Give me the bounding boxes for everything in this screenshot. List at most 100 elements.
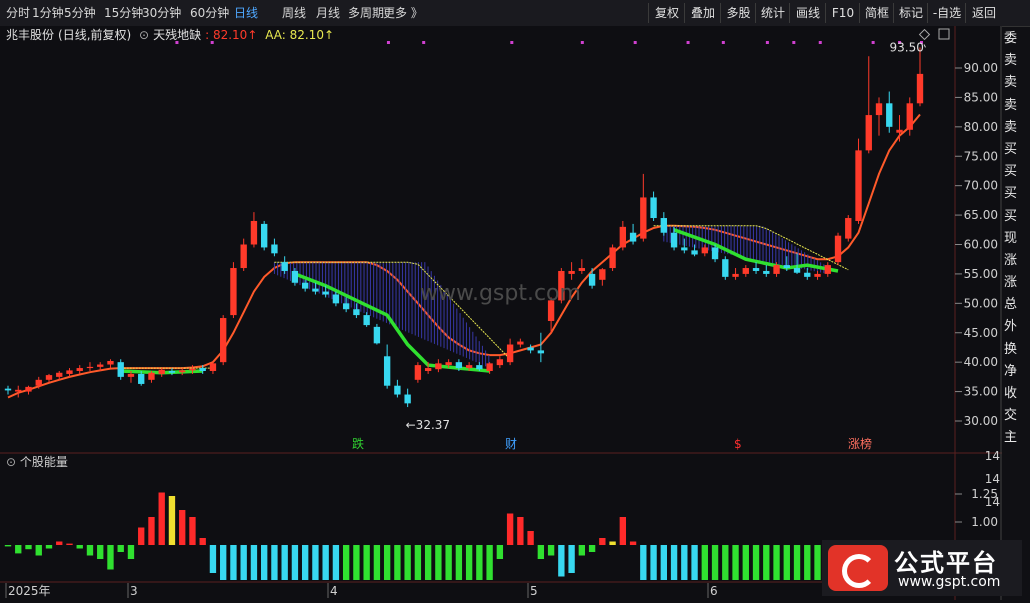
toolbar-button-3[interactable]: 统计 — [755, 3, 790, 23]
candle-body[interactable] — [4, 388, 12, 391]
energy-bar[interactable] — [312, 545, 319, 580]
energy-bar[interactable] — [291, 545, 299, 580]
candle-body[interactable] — [670, 232, 678, 248]
candle-body[interactable] — [465, 365, 473, 369]
energy-bar[interactable] — [650, 545, 657, 580]
energy-bar[interactable] — [424, 545, 432, 580]
chart-area[interactable]: 90.00 85.00 80.00 75.00 70.00 65.00 60.00 55.00… — [0, 26, 1002, 600]
candle-body[interactable] — [291, 270, 299, 283]
candle-body[interactable] — [271, 244, 278, 254]
candle-body[interactable] — [424, 368, 432, 371]
candle-body[interactable] — [640, 197, 647, 239]
candle-body[interactable] — [916, 73, 924, 104]
energy-bar[interactable] — [445, 545, 452, 580]
candle-body[interactable] — [97, 364, 104, 367]
candle-body[interactable] — [834, 235, 842, 263]
period-tab-9[interactable]: 多周期 — [348, 4, 384, 22]
energy-bar[interactable] — [138, 527, 145, 546]
energy-bar[interactable] — [506, 513, 514, 546]
candle-body[interactable] — [865, 115, 872, 151]
energy-bar[interactable] — [240, 545, 247, 580]
stock-name[interactable]: 兆丰股份 — [6, 28, 54, 42]
candle-body[interactable] — [804, 272, 811, 277]
energy-bar[interactable] — [629, 541, 637, 546]
candle-body[interactable] — [86, 366, 94, 369]
energy-bar[interactable] — [783, 545, 790, 580]
candle-body[interactable] — [599, 269, 606, 280]
toolbar-button-0[interactable]: 复权 — [648, 3, 685, 23]
candle-body[interactable] — [609, 247, 616, 269]
indicator-name[interactable]: 天残地缺 — [153, 28, 201, 42]
energy-bar[interactable] — [691, 545, 698, 580]
candle-body[interactable] — [435, 363, 442, 370]
energy-bar[interactable] — [230, 545, 237, 580]
candle-body[interactable] — [752, 268, 760, 271]
energy-bar[interactable] — [773, 545, 780, 580]
energy-bar[interactable] — [86, 545, 94, 556]
candle-body[interactable] — [342, 303, 350, 310]
energy-bar[interactable] — [722, 545, 729, 580]
candle-body[interactable] — [629, 232, 637, 242]
energy-bar[interactable] — [763, 545, 770, 580]
candlestick-chart[interactable]: 90.00 85.00 80.00 75.00 70.00 65.00 60.00 55.00… — [0, 26, 1002, 600]
energy-bar[interactable] — [35, 545, 42, 556]
candle-body[interactable] — [619, 226, 627, 248]
candle-body[interactable] — [845, 218, 852, 239]
energy-bar[interactable] — [353, 545, 360, 580]
candle-body[interactable] — [25, 386, 32, 392]
energy-bar[interactable] — [301, 545, 309, 580]
candle-body[interactable] — [127, 373, 135, 377]
event-marker-label[interactable]: 跌 — [352, 436, 364, 451]
energy-bar[interactable] — [599, 538, 606, 545]
event-marker-label[interactable]: $ — [734, 437, 742, 451]
energy-bar[interactable] — [250, 545, 258, 580]
energy-bar[interactable] — [76, 545, 83, 549]
candle-body[interactable] — [353, 309, 360, 316]
candle-body[interactable] — [220, 318, 227, 363]
energy-bar[interactable] — [660, 545, 667, 580]
candle-body[interactable] — [783, 265, 790, 269]
energy-bar[interactable] — [261, 545, 268, 580]
candle-body[interactable] — [148, 372, 155, 380]
candle-body[interactable] — [537, 350, 545, 354]
candle-body[interactable] — [261, 223, 268, 248]
toolbar-button-6[interactable]: 简框 — [859, 3, 894, 23]
candle-body[interactable] — [322, 291, 329, 295]
toolbar-button-8[interactable]: -自选 — [927, 3, 966, 23]
toolbar-button-4[interactable]: 画线 — [789, 3, 826, 23]
energy-bar[interactable] — [66, 543, 73, 545]
candle-body[interactable] — [793, 268, 801, 273]
energy-bar[interactable] — [793, 545, 801, 580]
candle-body[interactable] — [15, 389, 22, 392]
candle-body[interactable] — [199, 368, 206, 371]
period-tab-6[interactable]: 日线 — [234, 4, 258, 22]
candle-body[interactable] — [496, 359, 504, 366]
candle-body[interactable] — [414, 365, 422, 380]
candle-body[interactable] — [66, 370, 73, 374]
candle-body[interactable] — [312, 288, 319, 292]
energy-bar[interactable] — [435, 545, 442, 580]
candle-body[interactable] — [476, 365, 483, 370]
energy-bar[interactable] — [322, 545, 329, 580]
energy-bar[interactable] — [455, 545, 463, 580]
candle-body[interactable] — [189, 368, 196, 371]
candle-body[interactable] — [681, 247, 688, 251]
candle-body[interactable] — [660, 218, 667, 233]
candle-body[interactable] — [240, 244, 247, 269]
energy-bar[interactable] — [373, 545, 381, 580]
energy-bar[interactable] — [640, 545, 647, 580]
energy-bar[interactable] — [25, 545, 32, 550]
candle-body[interactable] — [875, 103, 883, 116]
candle-body[interactable] — [506, 344, 514, 363]
energy-bar[interactable] — [517, 517, 524, 545]
period-tab-2[interactable]: 5分钟 — [64, 4, 96, 22]
candle-body[interactable] — [363, 315, 370, 326]
period-tab-5[interactable]: 60分钟 — [190, 4, 229, 22]
toolbar-button-7[interactable]: 标记 — [893, 3, 928, 23]
candle-body[interactable] — [158, 369, 165, 374]
candle-body[interactable] — [732, 273, 739, 277]
energy-bar[interactable] — [4, 545, 12, 547]
candle-body[interactable] — [814, 273, 821, 277]
energy-bar[interactable] — [220, 545, 227, 580]
candle-body[interactable] — [281, 262, 288, 271]
